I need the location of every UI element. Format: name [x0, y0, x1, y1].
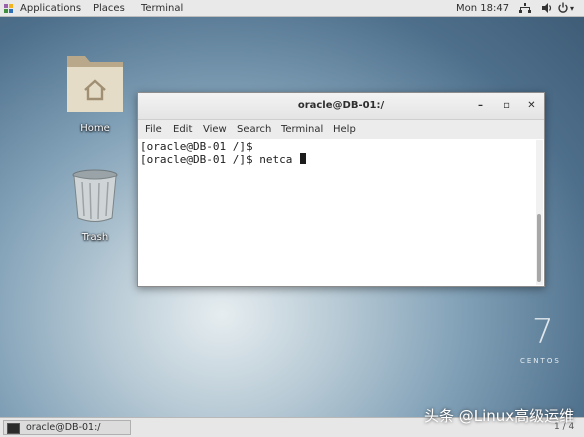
applications-menu[interactable]: Applications: [20, 2, 81, 15]
maximize-button[interactable]: ▫: [500, 99, 513, 112]
centos-wordmark: CENTOS: [520, 357, 561, 365]
menu-search[interactable]: Search: [237, 124, 271, 135]
terminal-menu[interactable]: Terminal: [141, 2, 183, 15]
taskbar-item-terminal[interactable]: oracle@DB-01:/: [3, 420, 131, 435]
menu-terminal[interactable]: Terminal: [281, 124, 323, 135]
terminal-icon: [7, 423, 20, 434]
scrollbar[interactable]: [536, 140, 543, 285]
terminal-output[interactable]: [oracle@DB-01 /]$ [oracle@DB-01 /]$ netc…: [140, 140, 534, 285]
network-icon[interactable]: [519, 2, 531, 14]
trash-desktop-icon[interactable]: Trash: [60, 168, 130, 243]
menu-view[interactable]: View: [203, 124, 227, 135]
terminal-line: [oracle@DB-01 /]$: [140, 140, 253, 153]
terminal-command: [oracle@DB-01 /]$ netca: [140, 153, 299, 166]
minimize-button[interactable]: –: [474, 99, 487, 112]
home-desktop-icon[interactable]: Home: [60, 50, 130, 134]
terminal-window[interactable]: oracle@DB-01:/ – ▫ ✕ File Edit View Sear…: [137, 92, 545, 287]
taskbar-item-label: oracle@DB-01:/: [26, 422, 101, 433]
chevron-down-icon[interactable]: ▾: [570, 2, 574, 15]
power-icon[interactable]: [557, 2, 569, 14]
text-cursor: [299, 153, 306, 164]
folder-icon: [67, 56, 123, 112]
menu-edit[interactable]: Edit: [173, 124, 192, 135]
menu-help[interactable]: Help: [333, 124, 356, 135]
clock[interactable]: Mon 18:47: [456, 2, 509, 15]
centos-version-number: 7: [532, 312, 554, 352]
top-bar: Applications Places Terminal Mon 18:47 ▾: [0, 0, 584, 17]
volume-icon[interactable]: [541, 2, 553, 14]
trash-label: Trash: [81, 232, 109, 243]
title-bar[interactable]: oracle@DB-01:/ – ▫ ✕: [138, 93, 544, 120]
applications-icon: [4, 4, 13, 13]
scrollbar-thumb[interactable]: [537, 214, 541, 282]
watermark: 头条 @Linux高级运维: [424, 407, 575, 425]
terminal-line: [oracle@DB-01 /]$ netca: [140, 153, 534, 166]
menu-bar: File Edit View Search Terminal Help: [138, 120, 544, 139]
home-label: Home: [80, 123, 110, 134]
places-menu[interactable]: Places: [93, 2, 125, 15]
close-button[interactable]: ✕: [525, 99, 538, 112]
trash-icon: [72, 169, 118, 222]
menu-file[interactable]: File: [145, 124, 162, 135]
